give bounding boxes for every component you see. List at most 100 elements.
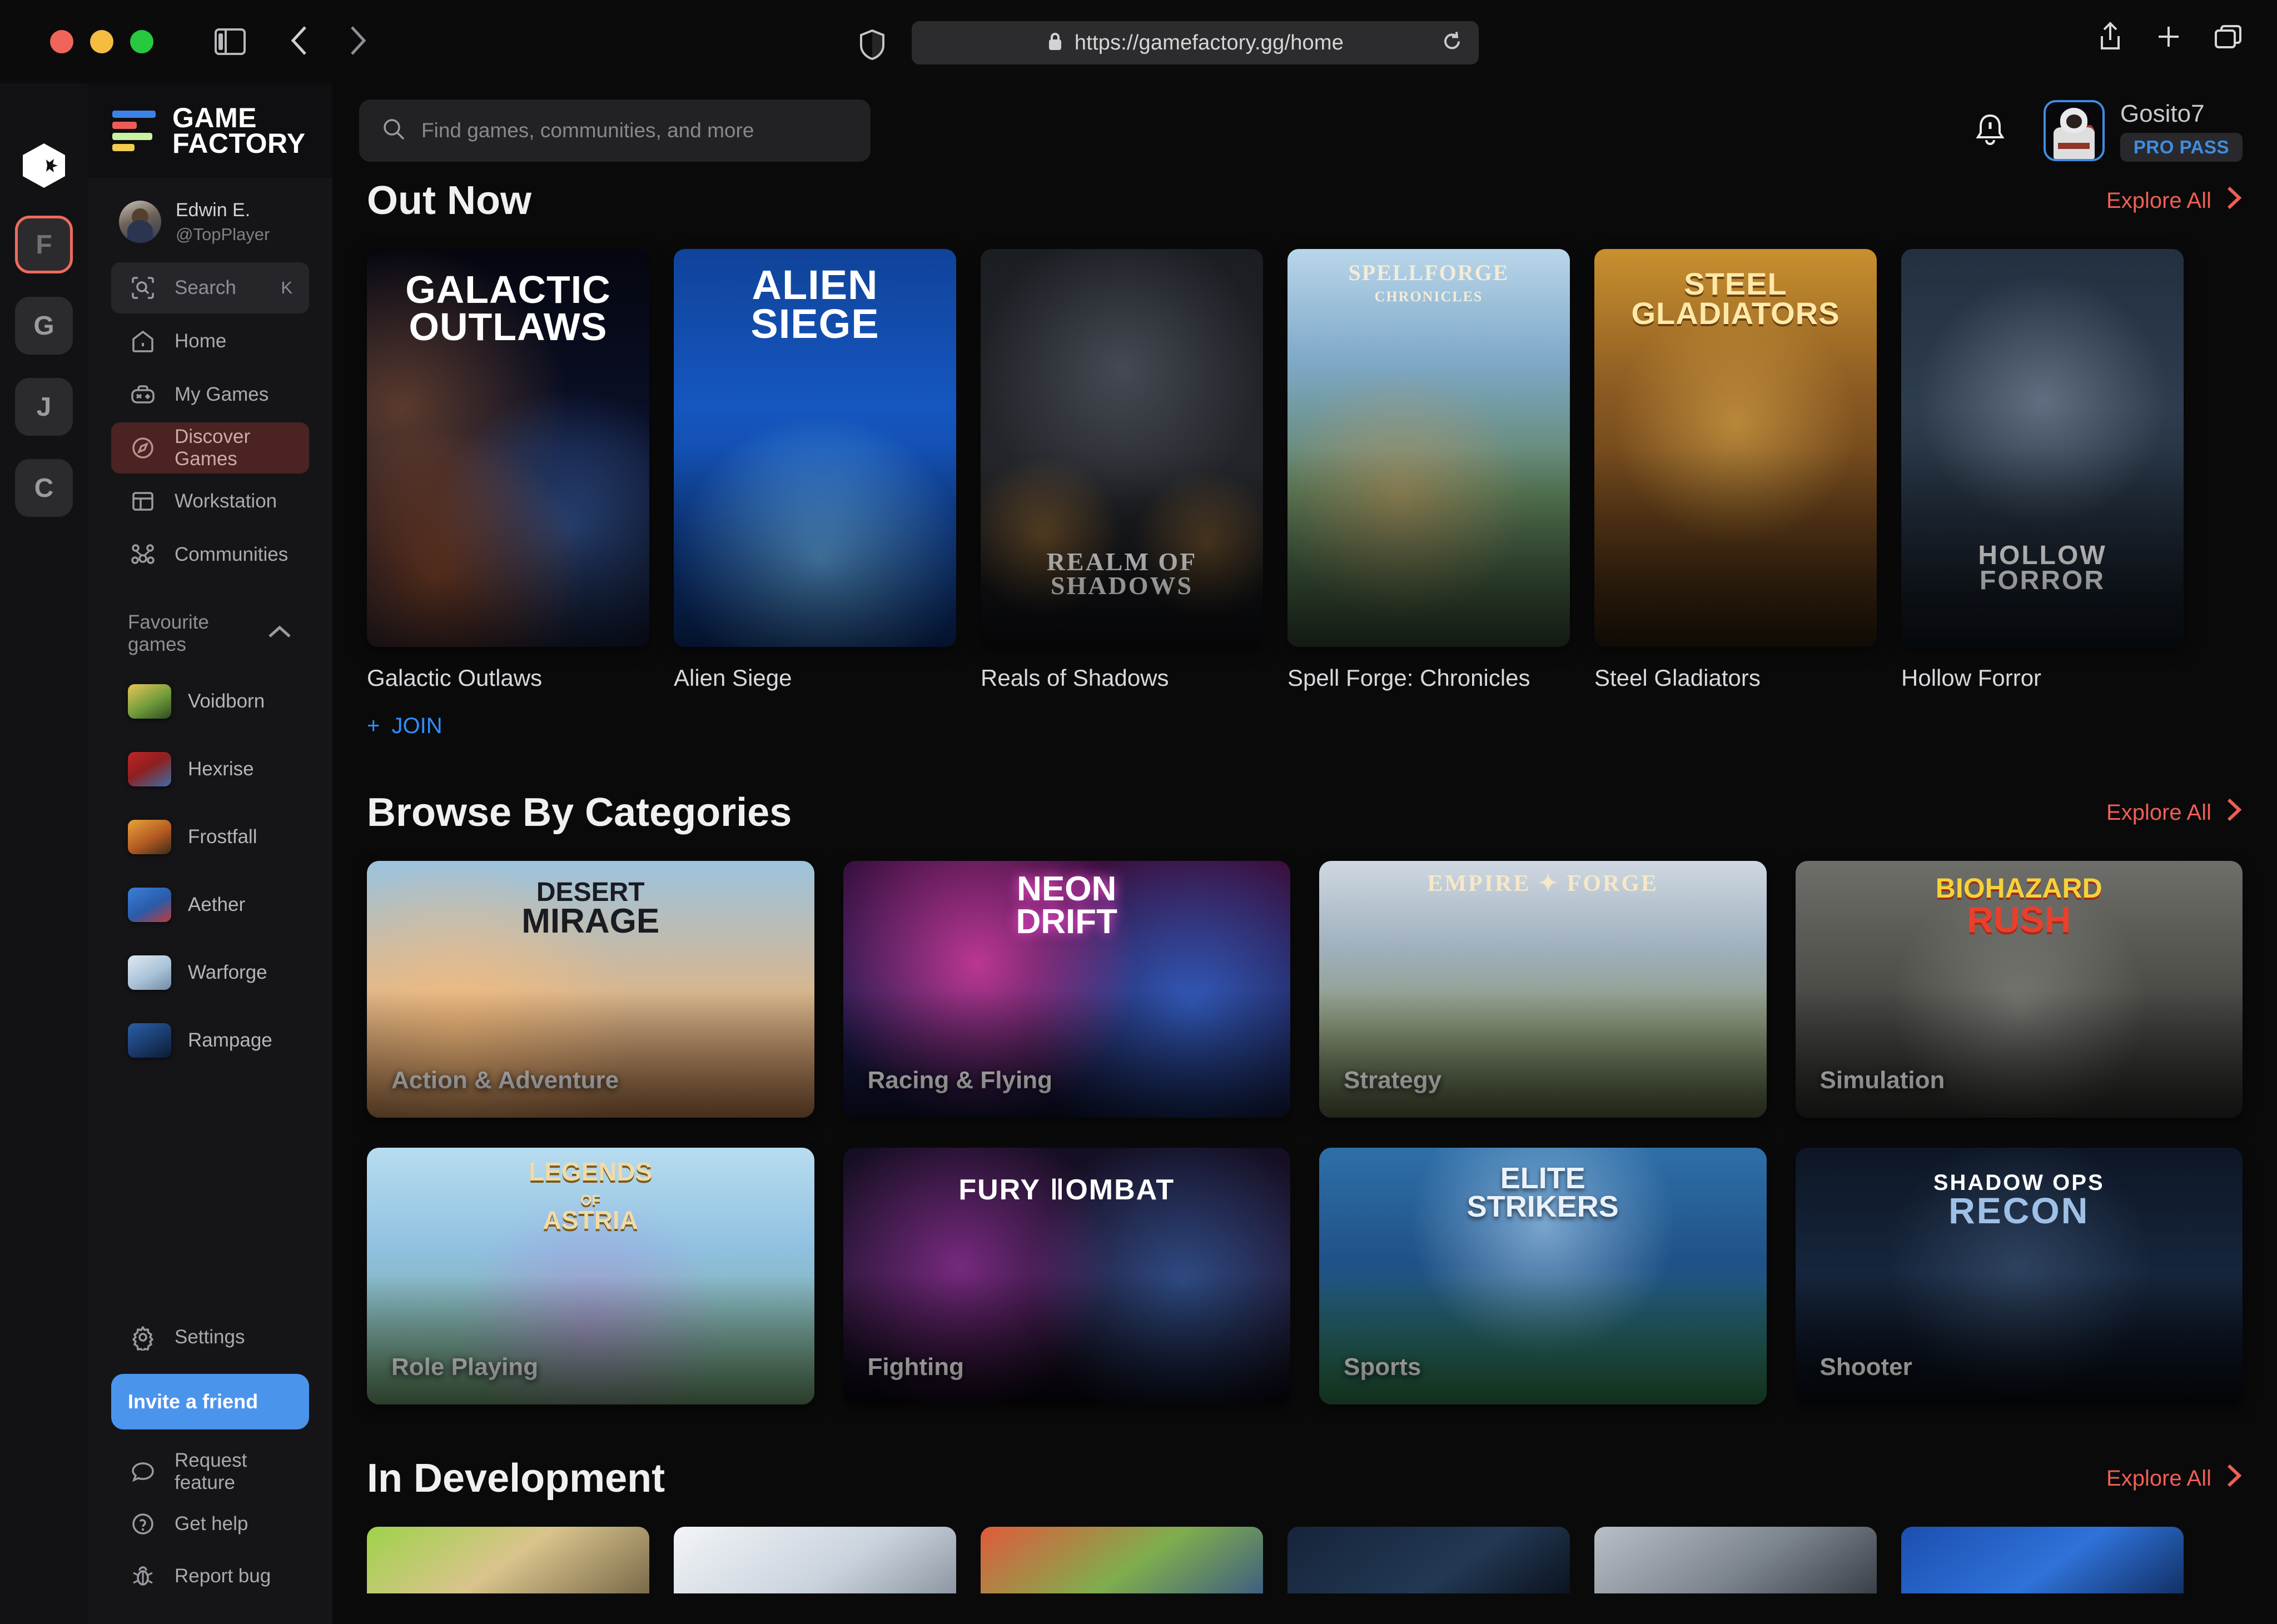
out-now-row: GALACTIC OUTLAWS Galactic Outlaws + JOIN …: [367, 249, 2243, 739]
game-card[interactable]: ALIEN SIEGE Alien Siege: [674, 249, 956, 739]
lock-icon: [1047, 31, 1063, 55]
cover-art-title: EMPIRE ✦ FORGE: [1427, 871, 1659, 896]
hexagon-star-icon[interactable]: [17, 139, 71, 192]
list-item[interactable]: Hexrise: [111, 737, 309, 801]
brand-mark-icon: [112, 109, 156, 152]
minimize-window-button[interactable]: [90, 30, 113, 53]
layout-icon: [128, 486, 158, 516]
category-card[interactable]: ELITE STRIKERS Sports: [1319, 1148, 1767, 1404]
explore-all-out-now-link[interactable]: Explore All: [2106, 185, 2243, 216]
chevron-left-icon[interactable]: [289, 24, 317, 59]
share-icon[interactable]: [2097, 21, 2124, 55]
sidebar-item-discover-games[interactable]: Discover Games: [111, 422, 309, 474]
workspace-badge-g[interactable]: G: [15, 297, 73, 355]
sidebar-item-get-help[interactable]: Get help: [111, 1498, 309, 1550]
category-card[interactable]: NEON DRIFT Racing & Flying: [843, 861, 1290, 1118]
workspace-badge-c[interactable]: C: [15, 459, 73, 517]
chevron-right-icon[interactable]: [346, 24, 375, 59]
workspace-badge-f[interactable]: F: [15, 216, 73, 273]
sidebar-item-settings[interactable]: Settings: [111, 1312, 309, 1363]
category-label: Action & Adventure: [391, 1067, 619, 1094]
chevron-right-icon: [2224, 185, 2243, 216]
join-button[interactable]: + JOIN: [367, 714, 443, 739]
shield-icon[interactable]: [859, 29, 886, 63]
list-item[interactable]: Warforge: [111, 940, 309, 1005]
profile-name: Edwin E.: [176, 200, 251, 221]
list-item[interactable]: Voidborn: [111, 669, 309, 734]
top-bar-right: Gosito7 PRO PASS: [1969, 99, 2243, 162]
explore-all-in-development-link[interactable]: Explore All: [2106, 1463, 2243, 1494]
window-traffic-lights[interactable]: [50, 30, 153, 53]
category-card[interactable]: DESERT MIRAGE Action & Adventure: [367, 861, 814, 1118]
category-card[interactable]: EMPIRE ✦ FORGE Strategy: [1319, 861, 1767, 1118]
game-card[interactable]: STEEL GLADIATORS Steel Gladiators: [1594, 249, 1877, 739]
list-item[interactable]: Rampage: [111, 1008, 309, 1073]
search-input[interactable]: Find games, communities, and more: [359, 99, 871, 162]
sidebar-item-report-bug[interactable]: Report bug: [111, 1551, 309, 1602]
cover-art-title: DESERT MIRAGE: [521, 878, 660, 940]
plus-icon[interactable]: [2156, 24, 2181, 52]
workspace-badge-j[interactable]: J: [15, 378, 73, 436]
sidebar-item-label: Get help: [175, 1513, 248, 1535]
game-card[interactable]: [1287, 1527, 1570, 1593]
game-thumbnail: [128, 888, 171, 923]
chevron-up-icon[interactable]: [267, 624, 292, 644]
game-card[interactable]: [1594, 1527, 1877, 1593]
cover-art-title: STEEL GLADIATORS: [1631, 266, 1840, 331]
sidebar-toggle-icon[interactable]: [212, 23, 248, 60]
sidebar-item-label: Discover Games: [175, 426, 251, 470]
bug-icon: [128, 1561, 158, 1591]
list-item[interactable]: Frostfall: [111, 805, 309, 869]
game-card[interactable]: GALACTIC OUTLAWS Galactic Outlaws + JOIN: [367, 249, 649, 739]
sidebar-item-search[interactable]: Search K: [111, 262, 309, 314]
favourites-header[interactable]: Favourite games: [88, 580, 332, 661]
section-title: In Development: [367, 1456, 665, 1501]
game-card[interactable]: [981, 1527, 1263, 1593]
game-card[interactable]: [1901, 1527, 2184, 1593]
game-card[interactable]: [367, 1527, 649, 1593]
gamepad-icon: [128, 380, 158, 410]
cover-art-title: SHADOW OPS RECON: [1933, 1170, 2105, 1231]
game-card[interactable]: SPELLFORGE CHRONICLES Spell Forge: Chroni…: [1287, 249, 1570, 739]
game-card[interactable]: HOLLOW FORROR Hollow Forror: [1901, 249, 2184, 739]
category-card[interactable]: SHADOW OPS RECON Shooter: [1795, 1148, 2243, 1404]
game-cover-art: ALIEN SIEGE: [674, 249, 956, 647]
close-window-button[interactable]: [50, 30, 73, 53]
sidebar-item-workstation[interactable]: Workstation: [111, 476, 309, 527]
profile-handle: @TopPlayer: [176, 224, 270, 244]
category-card[interactable]: FURY ‖OMBAT Fighting: [843, 1148, 1290, 1404]
favourite-label: Voidborn: [188, 690, 265, 713]
url-text: https://gamefactory.gg/home: [1074, 31, 1344, 54]
browser-toolbar-right[interactable]: [2097, 21, 2243, 55]
maximize-window-button[interactable]: [130, 30, 153, 53]
sidebar-item-request-feature[interactable]: Request feature: [111, 1446, 309, 1497]
cover-art-title: NEON DRIFT: [1016, 870, 1118, 941]
sidebar-item-label: Search: [175, 277, 236, 299]
game-title: Alien Siege: [674, 665, 792, 691]
address-bar[interactable]: https://gamefactory.gg/home: [912, 21, 1479, 64]
browser-nav-arrows[interactable]: [289, 24, 375, 59]
brand-line-1: GAME: [172, 102, 257, 133]
user-menu[interactable]: Gosito7 PRO PASS: [2043, 99, 2243, 162]
game-card[interactable]: REALM OF SHADOWS Reals of Shadows: [981, 249, 1263, 739]
game-title: Steel Gladiators: [1594, 665, 1761, 691]
game-card[interactable]: [674, 1527, 956, 1593]
tabs-icon[interactable]: [2214, 23, 2243, 53]
reload-icon[interactable]: [1442, 31, 1462, 55]
invite-a-friend-button[interactable]: Invite a friend: [111, 1374, 309, 1429]
brand-logo[interactable]: GAME FACTORY: [88, 83, 332, 178]
game-thumbnail: [128, 820, 171, 855]
status-badge: PRO PASS: [2120, 133, 2243, 162]
sidebar-profile[interactable]: Edwin E. @TopPlayer: [88, 178, 332, 262]
sidebar-item-my-games[interactable]: My Games: [111, 369, 309, 420]
category-card[interactable]: LEGENDS OF ASTRIA Role Playing: [367, 1148, 814, 1404]
sidebar-item-home[interactable]: Home: [111, 316, 309, 367]
brand-name: GAME FACTORY: [172, 102, 306, 157]
explore-all-categories-link[interactable]: Explore All: [2106, 797, 2243, 828]
sidebar-item-label: Home: [175, 330, 227, 352]
workspace-rail: F G J C: [0, 83, 88, 1624]
list-item[interactable]: Aether: [111, 873, 309, 937]
sidebar-item-communities[interactable]: Communities: [111, 529, 309, 580]
category-card[interactable]: BIOHAZARD RUSH Simulation: [1795, 861, 2243, 1118]
bell-icon[interactable]: [1969, 109, 2011, 152]
